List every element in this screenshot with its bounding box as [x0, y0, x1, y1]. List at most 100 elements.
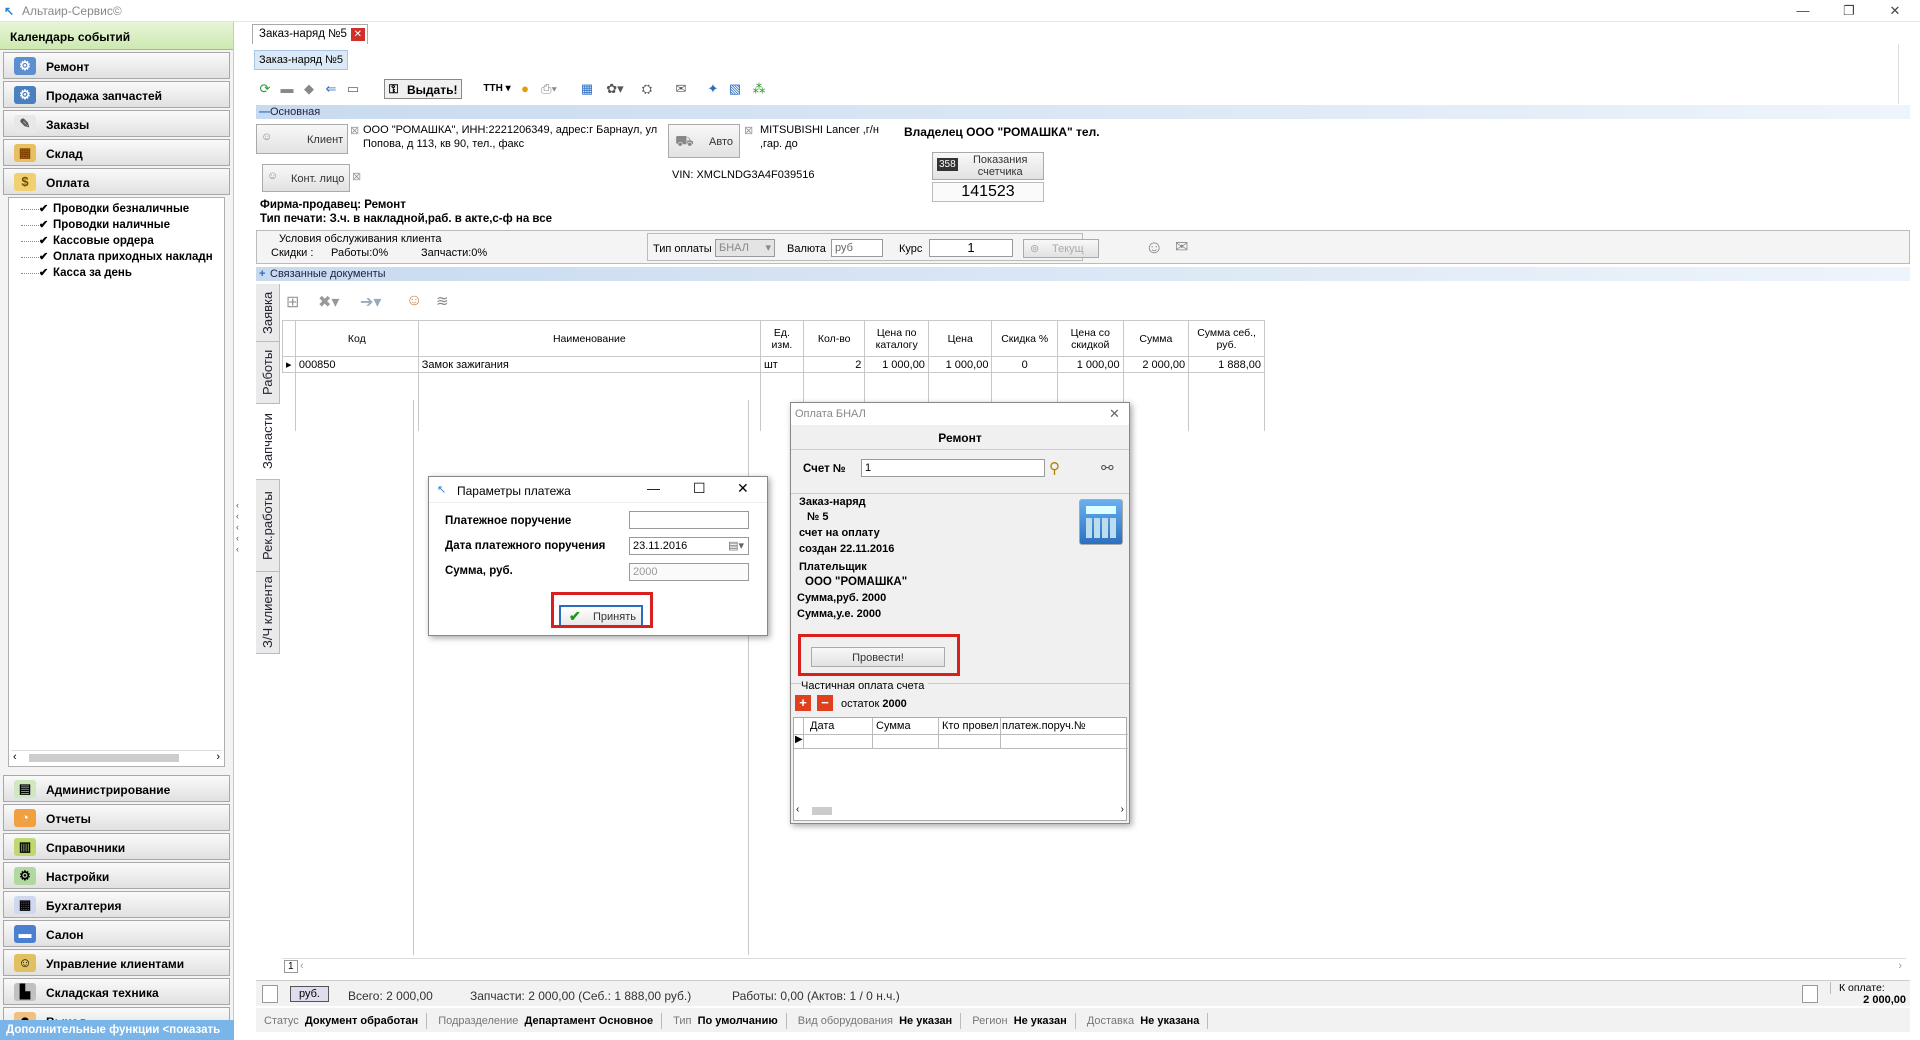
mail-icon[interactable]: ✉: [672, 80, 690, 98]
nav-admin[interactable]: ▤ Администрирование: [3, 775, 230, 802]
nav-settings[interactable]: ⚙ Настройки: [3, 862, 230, 889]
ttn-dropdown[interactable]: ТТН ▾: [482, 80, 512, 98]
message-icon[interactable]: ✉: [1175, 237, 1188, 257]
col-cost-sum[interactable]: Сумма себ., руб.: [1188, 320, 1265, 357]
col-catalog-price[interactable]: Цена по каталогу: [864, 320, 929, 357]
structure-icon[interactable]: ⁂: [750, 80, 768, 98]
col-discounted-price[interactable]: Цена со скидкой: [1057, 320, 1124, 357]
col-code[interactable]: Код: [294, 320, 419, 357]
client-button[interactable]: ☺ Клиент: [256, 124, 348, 154]
nav-repair[interactable]: ⚙ Ремонт: [3, 52, 230, 79]
payment-sum-field[interactable]: 2000: [629, 563, 749, 581]
vtab-parts[interactable]: Запчасти: [256, 404, 280, 480]
nav-reports[interactable]: ◔ Отчеты: [3, 804, 230, 831]
currency-field[interactable]: руб: [831, 239, 883, 257]
window-icon[interactable]: ▦: [578, 80, 596, 98]
contact-person-button[interactable]: ☺ Конт. лицо: [262, 164, 350, 192]
delete-icon[interactable]: ▬: [278, 80, 296, 98]
payment-order-field[interactable]: [629, 511, 749, 529]
region-value[interactable]: Не указан: [1014, 1015, 1067, 1027]
refresh-icon[interactable]: ⟳: [256, 80, 274, 98]
vtab-recommended-works[interactable]: Рек.работы: [256, 480, 280, 572]
nav-references[interactable]: ▥ Справочники: [3, 833, 230, 860]
car-tools-icon[interactable]: ⛭: [638, 80, 656, 98]
chart-icon[interactable]: ✦: [704, 80, 722, 98]
payment-date-field[interactable]: 23.11.2016 ▤▾: [629, 537, 749, 555]
vydat-button[interactable]: ⚿ Выдать!: [384, 79, 463, 99]
move-row-icon[interactable]: ➔▾: [360, 292, 381, 312]
close-icon[interactable]: ✕: [1109, 406, 1120, 422]
tree-item-cash[interactable]: ✔ Проводки наличные: [9, 217, 224, 233]
page-indicator[interactable]: 1: [284, 960, 298, 973]
splitter-arrows[interactable]: ‹ ‹ ‹ ‹ ‹: [236, 500, 244, 555]
col-price[interactable]: Цена: [927, 320, 993, 357]
nav-payment[interactable]: $ Оплата: [3, 168, 230, 195]
document-icon[interactable]: [262, 985, 278, 1003]
tree-item-cash-orders[interactable]: ✔ Кассовые ордера: [9, 233, 224, 249]
user-lock-icon[interactable]: ☺: [1145, 237, 1163, 258]
extra-functions-link[interactable]: Дополнительные функции <показать: [0, 1020, 234, 1040]
back-icon[interactable]: ◆: [300, 80, 318, 98]
col-qty[interactable]: Кол-во: [802, 320, 866, 357]
currency-button[interactable]: руб.: [290, 986, 329, 1002]
table-row[interactable]: ▸ 000850 Замок зажигания шт 2 1 000,00 1…: [282, 356, 1265, 373]
col-sum[interactable]: Сумма: [1122, 320, 1190, 357]
delivery-value[interactable]: Не указана: [1140, 1015, 1199, 1027]
nav-warehouse-equipment[interactable]: ▙ Складская техника: [3, 978, 230, 1005]
export-icon[interactable]: ▧: [726, 80, 744, 98]
open-icon[interactable]: ▭: [344, 80, 362, 98]
col-unit[interactable]: Ед. изм.: [759, 320, 804, 357]
current-rate-button[interactable]: ⊚ Текущ: [1023, 239, 1099, 258]
calculator-icon[interactable]: [1079, 499, 1123, 545]
counter-button[interactable]: 358 Показания счетчика: [932, 152, 1044, 180]
linked-docs-header[interactable]: + Связанные документы: [256, 267, 1910, 281]
close-icon[interactable]: ✕: [737, 480, 749, 497]
maximize-icon[interactable]: ☐: [693, 480, 706, 497]
undo-icon[interactable]: ⇐: [322, 80, 340, 98]
auto-clear-icon[interactable]: ⊠: [744, 124, 753, 137]
col-discount[interactable]: Скидка %: [991, 320, 1059, 357]
table-scrollbar[interactable]: ‹ ›: [796, 804, 1124, 818]
rate-field[interactable]: 1: [929, 239, 1013, 257]
basic-section-header[interactable]: — Основная: [256, 105, 1910, 119]
tab-order-5[interactable]: Заказ-наряд №5 ✕: [252, 24, 368, 44]
restore-icon[interactable]: ❐: [1826, 0, 1872, 22]
auto-button[interactable]: ⛟ Авто: [668, 124, 740, 158]
nav-clients[interactable]: ☺ Управление клиентами: [3, 949, 230, 976]
grid-hscrollbar[interactable]: 1 ‹ ›: [282, 958, 1906, 974]
add-row-icon[interactable]: ⊞: [286, 292, 299, 312]
remove-payment-icon[interactable]: −: [817, 695, 833, 711]
print-icon[interactable]: ⎙▾: [540, 80, 558, 98]
calendar-header[interactable]: Календарь событий: [0, 22, 233, 50]
department-value[interactable]: Департамент Основное: [525, 1015, 654, 1027]
close-tab-icon[interactable]: ✕: [350, 28, 365, 41]
main-vscrollbar[interactable]: [1898, 44, 1912, 104]
pay-type-select[interactable]: БНАЛ ▾: [715, 239, 775, 257]
nav-accounting[interactable]: ▦ Бухгалтерия: [3, 891, 230, 918]
nav-orders[interactable]: ✎ Заказы: [3, 110, 230, 137]
type-value[interactable]: По умолчанию: [698, 1015, 778, 1027]
vtab-works[interactable]: Работы: [256, 342, 280, 404]
settings-dropdown-icon[interactable]: ✿▾: [606, 80, 624, 98]
close-icon[interactable]: ✕: [1872, 0, 1918, 22]
contact-clear-icon[interactable]: ⊠: [352, 170, 361, 183]
subtab-order-5[interactable]: Заказ-наряд №5: [254, 50, 349, 70]
people-icon[interactable]: ☺: [406, 292, 422, 310]
tree-scrollbar[interactable]: ‹ ›: [11, 750, 222, 764]
vtab-request[interactable]: Заявка: [256, 284, 280, 342]
equipment-value[interactable]: Не указан: [899, 1015, 952, 1027]
tree-item-cashless[interactable]: ✔ Проводки безналичные: [9, 201, 224, 217]
add-payment-icon[interactable]: +: [795, 695, 811, 711]
search-icon[interactable]: ⚲: [1049, 459, 1060, 477]
nav-warehouse[interactable]: ▦ Склад: [3, 139, 230, 166]
nav-parts-sale[interactable]: ⚙ Продажа запчастей: [3, 81, 230, 108]
nav-salon[interactable]: ▬ Салон: [3, 920, 230, 947]
document-icon[interactable]: [1802, 985, 1818, 1003]
minimize-icon[interactable]: —: [1780, 0, 1826, 22]
vtab-client-parts[interactable]: З/Ч клиента: [256, 572, 280, 654]
minimize-icon[interactable]: —: [647, 481, 660, 496]
binoculars-icon[interactable]: ⚯: [1101, 459, 1114, 477]
delete-row-icon[interactable]: ✖▾: [318, 292, 339, 312]
tree-item-invoice-payment[interactable]: ✔ Оплата приходных накладн: [9, 249, 224, 265]
split-icon[interactable]: ≋: [436, 292, 449, 310]
